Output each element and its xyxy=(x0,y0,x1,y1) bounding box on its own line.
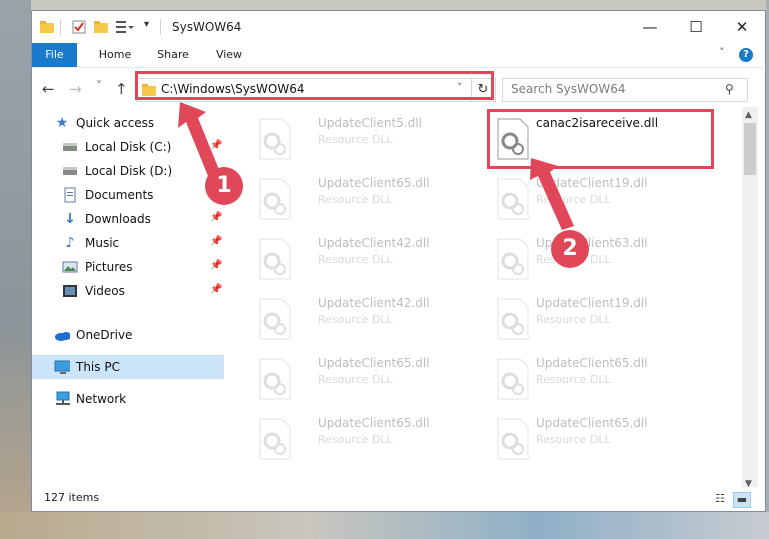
arrow-step-1 xyxy=(178,102,220,176)
step-badge-2: 2 xyxy=(551,230,589,268)
step-badge-1: 1 xyxy=(205,167,243,205)
annotation-arrows xyxy=(178,102,574,230)
arrow-step-2 xyxy=(530,158,574,230)
